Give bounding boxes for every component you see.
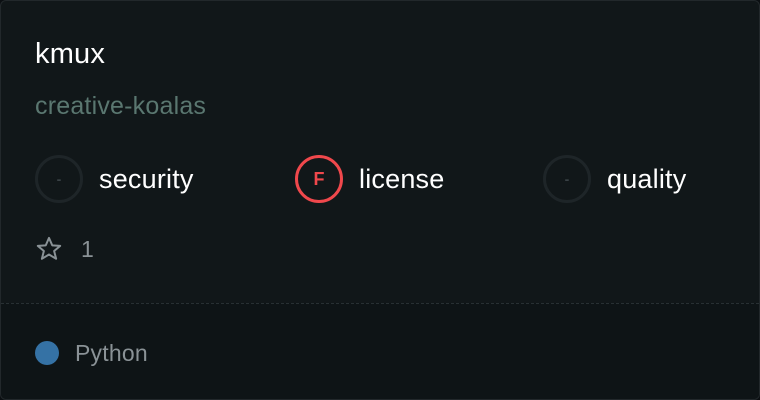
card-footer: Python bbox=[1, 303, 759, 399]
star-count-group: 1 bbox=[35, 234, 94, 264]
metric-license: F license bbox=[295, 155, 444, 203]
quality-grade-badge: - bbox=[543, 155, 591, 203]
metric-security: - security bbox=[35, 155, 194, 203]
security-label: security bbox=[99, 163, 194, 194]
repo-card[interactable]: kmux creative-koalas - security F licens… bbox=[0, 0, 760, 400]
star-count: 1 bbox=[81, 235, 94, 262]
security-grade-badge: - bbox=[35, 155, 83, 203]
star-icon bbox=[36, 236, 62, 260]
repo-name[interactable]: kmux bbox=[35, 37, 105, 71]
license-grade-badge: F bbox=[295, 155, 343, 203]
license-label: license bbox=[359, 163, 445, 194]
language-color-dot bbox=[35, 341, 59, 365]
language-name: Python bbox=[75, 339, 148, 366]
quality-label: quality bbox=[607, 163, 687, 194]
repo-owner[interactable]: creative-koalas bbox=[35, 90, 206, 122]
language-indicator: Python bbox=[35, 338, 148, 368]
metric-quality: - quality bbox=[543, 155, 686, 203]
